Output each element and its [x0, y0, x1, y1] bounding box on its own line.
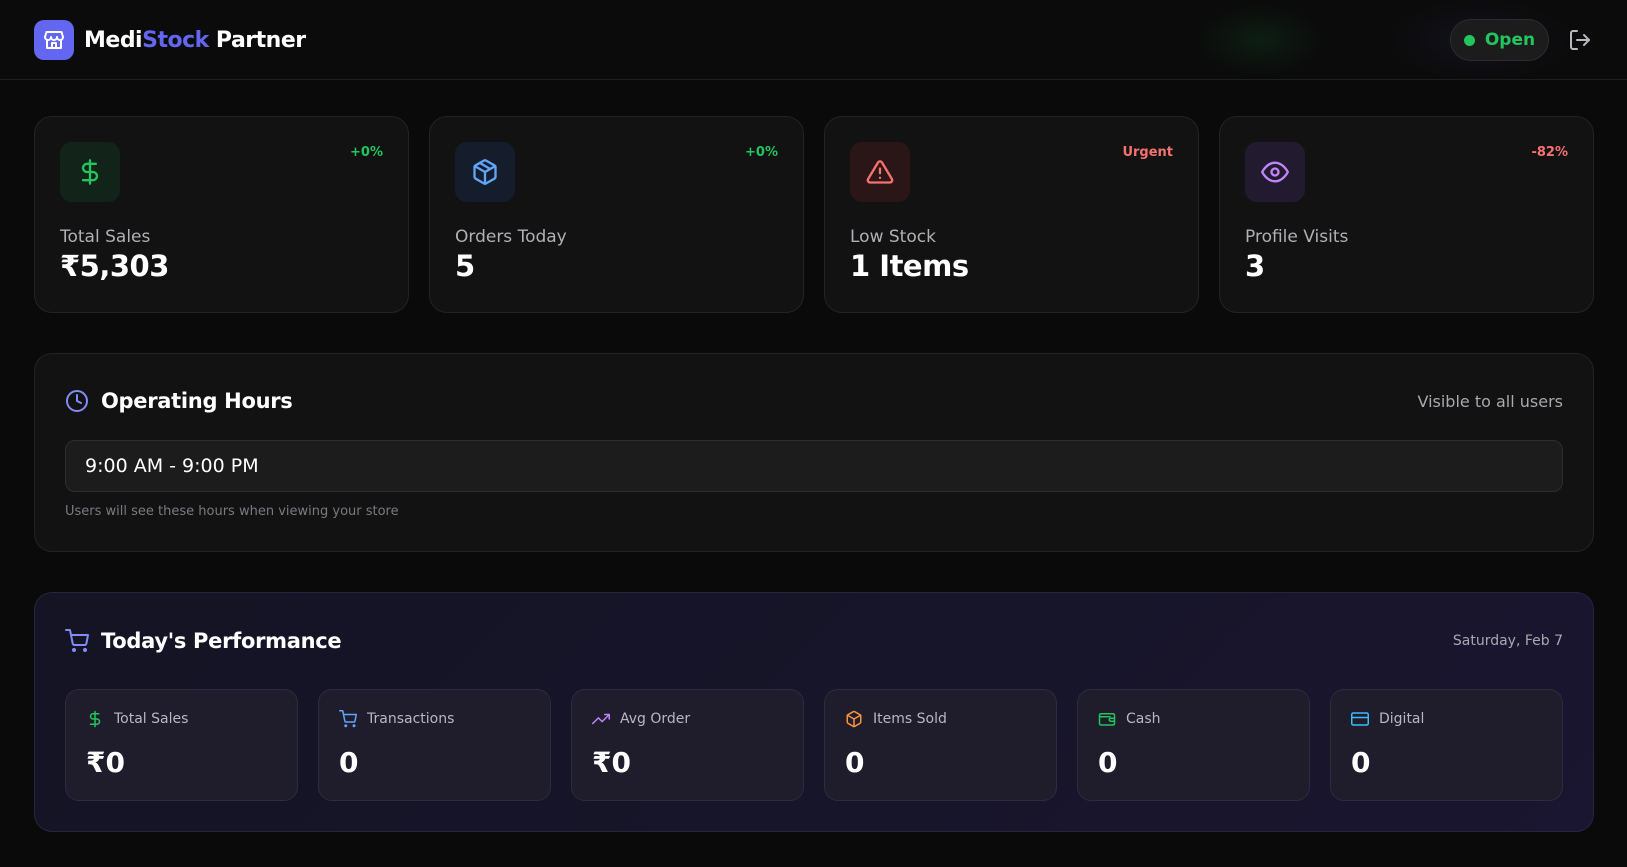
metric-header: Items Sold	[845, 710, 947, 728]
clock-icon	[66, 390, 88, 412]
metric-header: Digital	[1351, 710, 1424, 728]
eye-icon	[1245, 142, 1305, 202]
operating-hours-title: Operating Hours	[65, 389, 293, 413]
metric-value: ₹0	[86, 746, 125, 779]
status-dot-icon	[1463, 34, 1475, 46]
store-logo-icon[interactable]	[34, 20, 74, 60]
metric-card-total-sales: Total Sales ₹0	[65, 689, 298, 801]
metric-card-transactions: Transactions 0	[318, 689, 551, 801]
stat-value: 1 Items	[850, 249, 969, 283]
operating-hours-input[interactable]	[65, 440, 1563, 492]
metric-value: 0	[1351, 746, 1371, 779]
brand-name-accent: Stock	[142, 27, 209, 53]
logout-icon	[1570, 30, 1590, 50]
cart-icon	[339, 710, 357, 728]
wallet-icon	[1098, 713, 1116, 726]
stat-card-profile-visits: -82% Profile Visits 3	[1219, 116, 1594, 313]
hours-help-text: Users will see these hours when viewing …	[65, 504, 399, 519]
trending-up-icon	[592, 713, 610, 725]
stat-card-low-stock: Urgent Low Stock 1 Items	[824, 116, 1199, 313]
stat-trend: -82%	[1531, 145, 1568, 160]
metric-value: 0	[1098, 746, 1118, 779]
metric-label: Cash	[1126, 711, 1161, 727]
credit-card-icon	[1351, 712, 1369, 726]
alert-triangle-icon	[850, 142, 910, 202]
stat-value: 3	[1245, 249, 1265, 283]
stat-trend: +0%	[745, 145, 778, 160]
store-status-toggle[interactable]: Open	[1450, 19, 1549, 61]
metric-label: Total Sales	[114, 711, 189, 727]
operating-hours-title-text: Operating Hours	[101, 389, 293, 413]
metric-value: 0	[845, 746, 865, 779]
package-icon	[846, 710, 862, 728]
dollar-icon	[60, 142, 120, 202]
performance-title-text: Today's Performance	[101, 629, 342, 653]
stat-label: Orders Today	[455, 227, 567, 247]
metric-label: Items Sold	[873, 711, 947, 727]
brand-name-part: Partner	[208, 27, 306, 53]
visibility-note: Visible to all users	[1417, 392, 1563, 411]
performance-title: Today's Performance	[65, 629, 342, 653]
brand-name: Medi Stock Partner	[84, 24, 306, 56]
metric-header: Total Sales	[86, 710, 188, 728]
stat-trend: +0%	[350, 145, 383, 160]
metric-header: Cash	[1098, 710, 1161, 728]
top-header: Medi Stock Partner Open	[0, 0, 1627, 80]
stat-label: Profile Visits	[1245, 227, 1349, 247]
performance-date: Saturday, Feb 7	[1452, 633, 1563, 649]
metric-label: Digital	[1379, 711, 1425, 727]
metric-value: 0	[339, 746, 359, 779]
metric-header: Transactions	[339, 710, 454, 728]
package-icon	[455, 142, 515, 202]
dollar-icon	[89, 710, 101, 728]
store-status-label: Open	[1484, 30, 1536, 50]
metric-card-avg-order: Avg Order ₹0	[571, 689, 804, 801]
metric-card-digital: Digital 0	[1330, 689, 1563, 801]
logout-button[interactable]	[1566, 26, 1594, 54]
metric-card-cash: Cash 0	[1077, 689, 1310, 801]
operating-hours-card: Operating Hours Visible to all users Use…	[34, 353, 1594, 552]
stat-value: 5	[455, 249, 475, 283]
stat-label: Low Stock	[850, 227, 936, 247]
stat-card-orders-today: +0% Orders Today 5	[429, 116, 804, 313]
stat-value: ₹5,303	[60, 249, 169, 283]
stat-trend: Urgent	[1122, 145, 1173, 160]
stat-label: Total Sales	[60, 227, 151, 247]
cart-icon	[65, 629, 89, 652]
metric-label: Transactions	[367, 711, 455, 727]
metric-card-items-sold: Items Sold 0	[824, 689, 1057, 801]
metric-value: ₹0	[592, 746, 631, 779]
metric-header: Avg Order	[592, 710, 690, 728]
todays-performance-card: Today's Performance Saturday, Feb 7 Tota…	[34, 592, 1594, 832]
metric-label: Avg Order	[620, 711, 691, 727]
stat-card-total-sales: +0% Total Sales ₹5,303	[34, 116, 409, 313]
brand-name-part: Medi	[84, 27, 143, 53]
